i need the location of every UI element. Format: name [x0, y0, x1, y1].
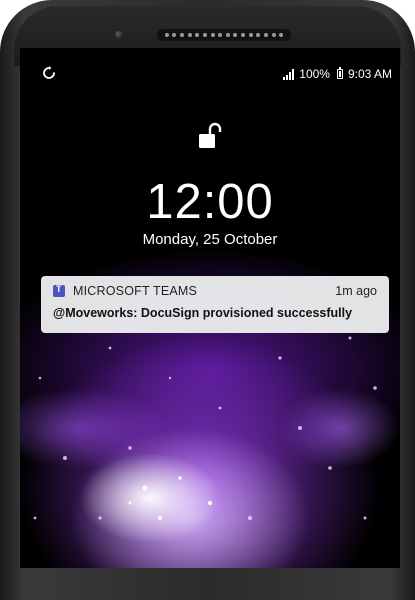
status-time: 9:03 AM: [347, 67, 392, 81]
lock-date: Monday, 25 October: [142, 231, 278, 248]
notification-message: @Moveworks: DocuSign provisioned success…: [53, 306, 353, 320]
notification-time: 1m ago: [335, 284, 377, 298]
notification-app-name: MICROSOFT TEAMS: [73, 284, 198, 298]
lock-clock: 12:00: [146, 175, 274, 229]
front-camera: [115, 31, 123, 39]
battery-icon: [336, 67, 343, 79]
earpiece-speaker: [157, 29, 291, 41]
signal-icon: [283, 68, 295, 80]
teams-icon: [53, 284, 65, 297]
battery-percentage: 100%: [299, 67, 330, 81]
status-bar: 100% 9:03 AM: [20, 66, 400, 84]
lock-screen[interactable]: 100% 9:03 AM 12:00 Monday, 25 October MI…: [20, 48, 400, 568]
notification-header: MICROSOFT TEAMS 1m ago: [53, 282, 377, 300]
sync-icon: [43, 66, 55, 79]
notification-card[interactable]: MICROSOFT TEAMS 1m ago @Moveworks: DocuS…: [41, 276, 389, 333]
unlock-icon[interactable]: [198, 122, 224, 150]
